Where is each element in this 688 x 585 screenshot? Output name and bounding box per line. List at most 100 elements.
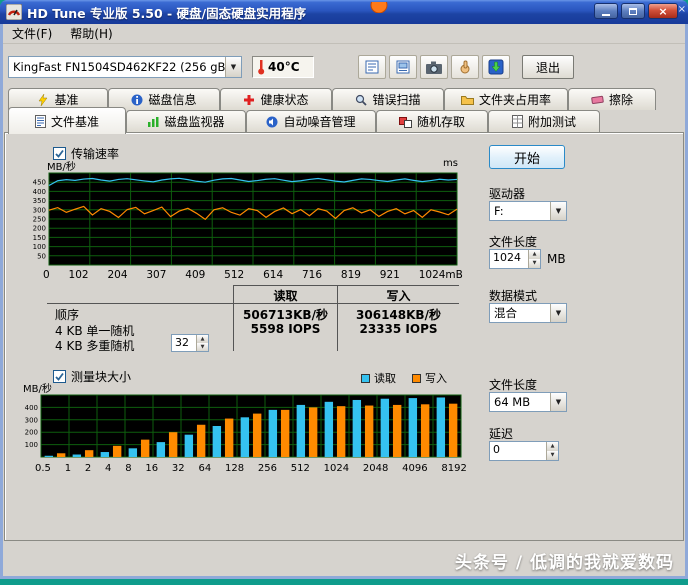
minimize-icon [602,13,610,16]
copy-text-icon [365,60,379,74]
hand-tool-button[interactable] [451,55,479,79]
chart1-x-axis: 0 102 204 307 409 512 614 716 819 921 10… [43,269,463,281]
svg-text:400: 400 [25,404,38,412]
chart2-x-axis: 0.5 1 2 4 8 16 32 64 128 256 512 1024 20… [35,463,467,474]
spin-down-icon[interactable]: ▼ [547,451,558,460]
file-length2-dropdown[interactable]: 64 MB ▼ [489,392,567,412]
tab-file-benchmark[interactable]: 文件基准 [8,107,126,134]
block-size-label: 测量块大小 [71,370,132,384]
svg-text:150: 150 [33,234,46,242]
save-button[interactable] [482,55,510,79]
x-tick: 2048 [362,463,389,474]
background-app-icon [368,0,390,13]
tab-erase[interactable]: 擦除 [568,88,656,110]
exit-button[interactable]: 退出 [522,55,574,79]
seq-write-value: 306148KB/秒 [356,308,441,322]
toolbar: KingFast FN1504SD462KF22 (256 gB) ▼ 40°C… [3,44,685,82]
minimize-button[interactable] [594,3,618,19]
x-tick: 1024mB [418,269,463,281]
x-tick: 512 [290,463,310,474]
data-mode-dropdown[interactable]: 混合 ▼ [489,303,567,323]
results-table: 读取 写入 顺序 506713KB/秒 306148KB/秒 4 KB 单一随机… [47,285,459,353]
x-tick: 1 [64,463,72,474]
menu-help[interactable]: 帮助(H) [61,23,121,44]
tab-disk-info[interactable]: 磁盘信息 [108,88,220,110]
delay-spinner[interactable]: 0 ▲ ▼ [489,441,559,461]
chart-legend: 读取 写入 [361,370,447,386]
close-button[interactable]: × [648,3,678,19]
spin-up-icon[interactable]: ▲ [197,335,208,343]
chevron-down-icon[interactable]: ▼ [225,57,241,77]
benchmark-icon [37,93,49,106]
chevron-down-icon[interactable]: ▼ [550,304,566,322]
svg-text:400: 400 [33,188,46,196]
svg-text:100: 100 [33,243,46,251]
read-swatch-icon [361,373,370,383]
write-header: 写入 [386,289,411,303]
window-controls: × [594,3,678,19]
copy-text-button[interactable] [358,55,386,79]
tab-aam[interactable]: 自动噪音管理 [246,110,376,132]
spin-down-icon[interactable]: ▼ [197,343,208,351]
tab-label: 自动噪音管理 [283,115,356,129]
thermometer-icon [258,60,265,75]
menu-file[interactable]: 文件(F) [3,23,61,44]
tab-health[interactable]: 健康状态 [220,88,332,110]
legend-write-label: 写入 [425,372,447,385]
spin-up-icon[interactable]: ▲ [529,250,540,259]
svg-text:250: 250 [33,216,46,224]
drive-dropdown[interactable]: F: ▼ [489,201,567,221]
x-tick: 716 [301,269,323,281]
legend-read: 读取 [361,370,396,386]
start-button[interactable]: 开始 [489,145,565,169]
drive-select-value: KingFast FN1504SD462KF22 (256 gB) [13,60,225,74]
chevron-down-icon[interactable]: ▼ [550,393,566,411]
read-header: 读取 [273,289,298,303]
row-label: 4 KB 多重随机 [55,339,135,353]
queue-depth-spinner[interactable]: 32 ▲ ▼ [171,334,209,352]
x-tick: 819 [340,269,361,281]
titlebar[interactable]: HD Tune 专业版 5.50 - 硬盘/固态硬盘实用程序 × × [0,0,688,24]
svg-text:200: 200 [33,225,46,233]
spin-up-icon[interactable]: ▲ [547,442,558,451]
magnifier-icon [355,94,368,106]
dice-icon [398,116,412,128]
temperature-display: 40°C [252,56,314,78]
screenshot-button[interactable] [420,55,448,79]
background-close-icon: × [677,4,686,15]
spin-down-icon[interactable]: ▼ [529,259,540,268]
tab-folder-usage[interactable]: 文件夹占用率 [444,88,568,110]
tab-row-2: 文件基准 磁盘监视器 自动噪音管理 随机存取 附加测试 [3,107,600,134]
watermark: 头条号 / 低调的我就爱数码 [454,553,674,573]
x-tick: 614 [263,269,284,281]
x-tick: 128 [224,463,245,474]
save-download-icon [488,59,504,75]
data-mode-label: 数据模式 [489,289,538,303]
chevron-down-icon[interactable]: ▼ [550,202,566,220]
tab-label: 健康状态 [260,93,309,107]
x-tick: 64 [198,463,212,474]
block-size-checkbox[interactable]: 测量块大小 [53,368,131,385]
x-tick: 204 [107,269,128,281]
transfer-rate-label: 传输速率 [71,147,120,161]
seq-read-value: 506713KB/秒 [243,308,328,322]
x-tick: 8192 [441,463,467,474]
tab-label: 文件基准 [50,114,99,129]
tab-label: 附加测试 [527,115,576,129]
svg-text:100: 100 [25,441,38,449]
chart1-ylabel-right: ms [443,158,458,169]
queue-depth-value: 32 [175,336,189,349]
file-length-spinner[interactable]: 1024 ▲ ▼ [489,249,541,269]
drive-select[interactable]: KingFast FN1504SD462KF22 (256 gB) ▼ [8,56,242,78]
file-length-unit: MB [547,252,566,266]
tab-disk-monitor[interactable]: 磁盘监视器 [126,110,246,132]
file-length-value: 1024 [493,251,521,264]
tab-error-scan[interactable]: 错误扫描 [332,88,444,110]
tab-random-access[interactable]: 随机存取 [376,110,488,132]
copy-image-button[interactable] [389,55,417,79]
legend-write: 写入 [412,370,447,386]
x-tick: 4096 [402,463,428,474]
tab-extra-tests[interactable]: 附加测试 [488,110,600,132]
maximize-button[interactable] [621,3,645,19]
toolbar-buttons [358,55,510,79]
